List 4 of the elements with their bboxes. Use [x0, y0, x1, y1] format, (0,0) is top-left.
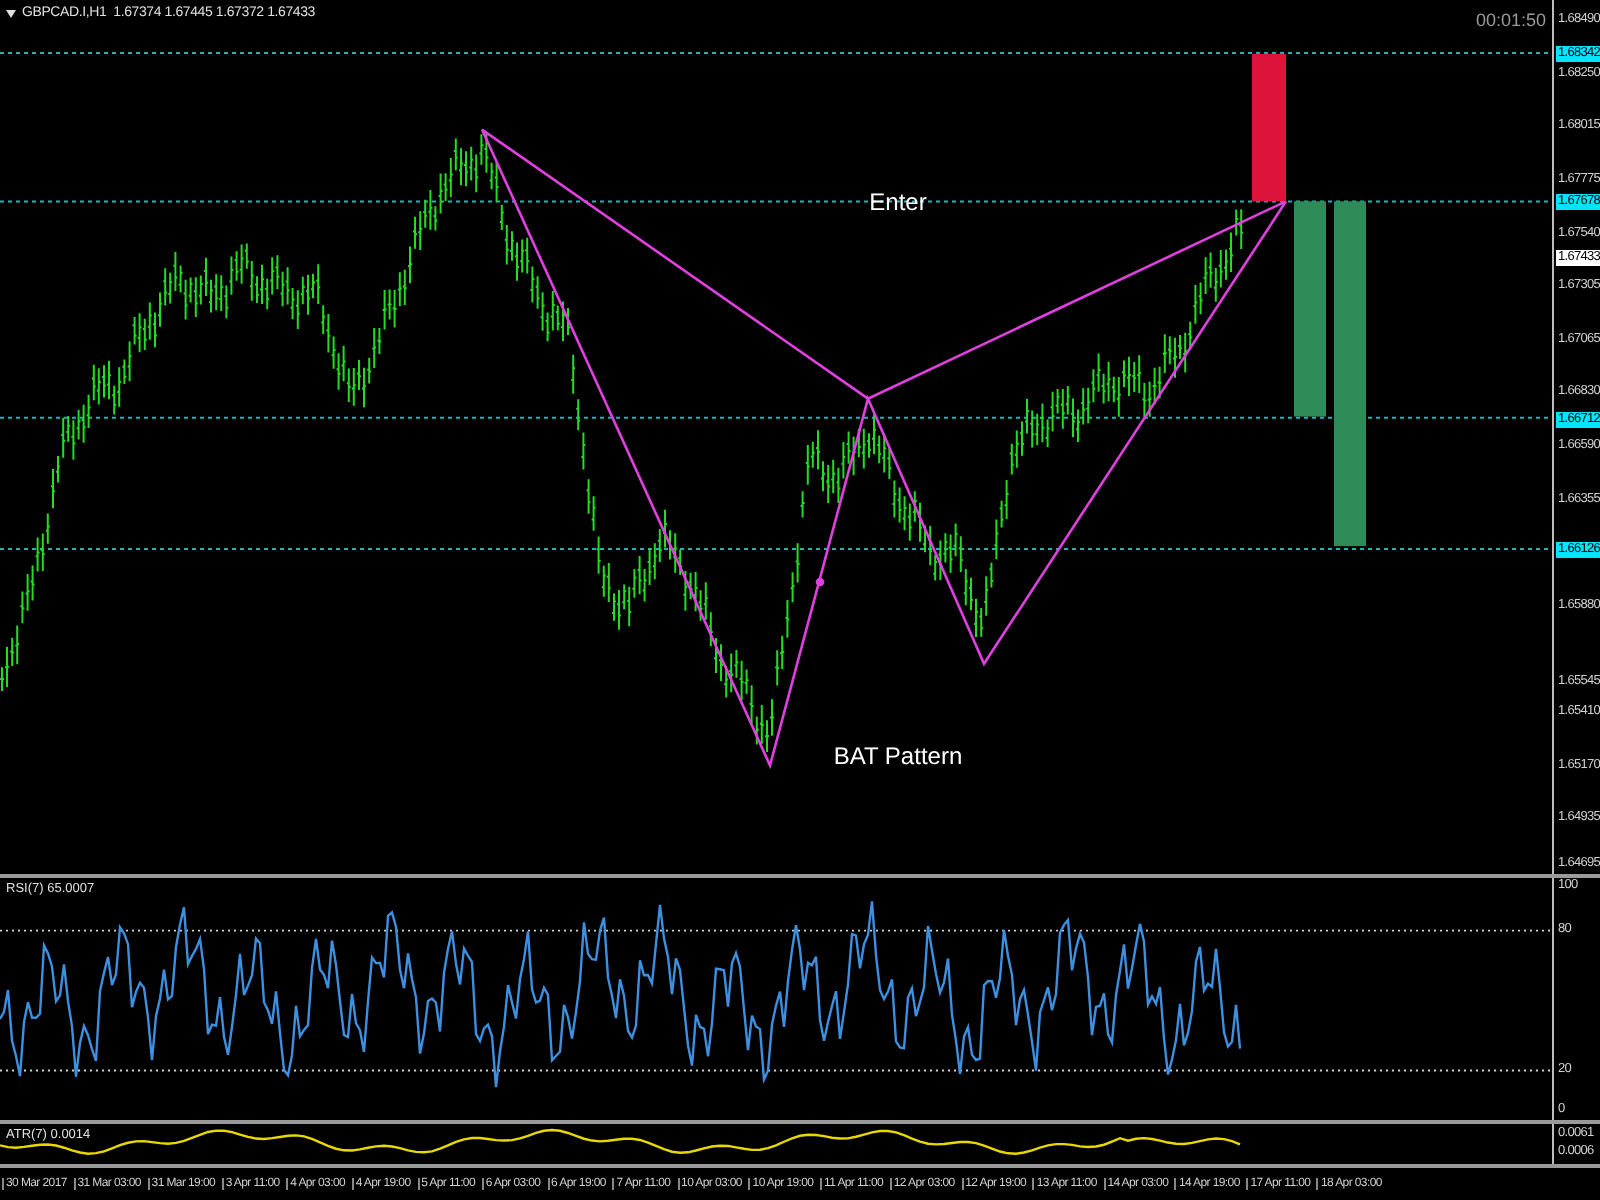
annotation-text: Enter — [869, 188, 927, 216]
dropdown-triangle-icon[interactable] — [6, 9, 16, 17]
annotation-text: BAT Pattern — [833, 742, 963, 770]
timer-text: 00:01:50 — [1475, 10, 1546, 30]
